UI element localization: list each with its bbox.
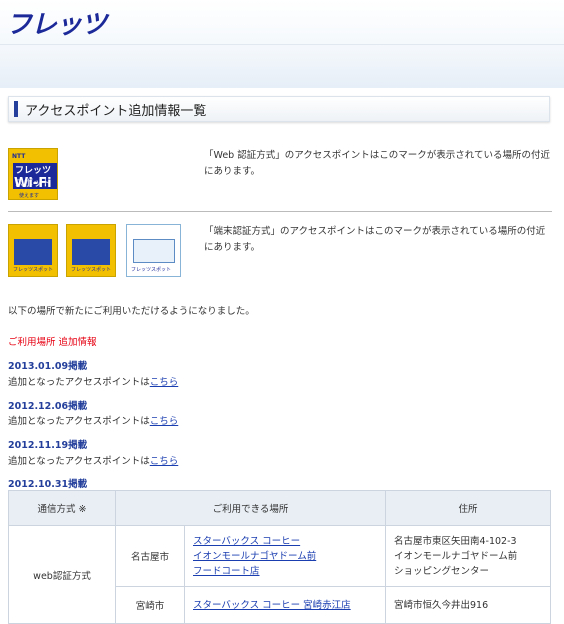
page-title: アクセスポイント追加情報一覧 — [25, 104, 207, 119]
update-date: 2012.12.06掲載 — [8, 401, 88, 412]
update-link[interactable]: こちら — [150, 416, 179, 427]
update-text: 追加となったアクセスポイントは — [8, 416, 150, 427]
address-cell: 宮崎市恒久今井出916 — [385, 586, 551, 624]
terminal-badge-a-icon: フレッツスポット — [8, 224, 58, 277]
badge-wifi-text: Wi-Fi — [14, 176, 52, 191]
badge-label: フレッツスポット — [131, 267, 172, 273]
title-marker — [14, 101, 18, 117]
badge-laptop-graphic — [14, 239, 52, 265]
address-line: ショッピングセンター — [394, 565, 490, 577]
badge-pc-graphic — [133, 239, 175, 263]
new-locations-note: 以下の場所で新たにご利用いただけるようになりました。 — [8, 306, 255, 317]
badge-label: フレッツスポット — [13, 267, 54, 273]
shops-cell: スターバックス コーヒー 宮崎赤江店 — [184, 586, 386, 624]
header-address: 住所 — [385, 490, 551, 526]
shop-link[interactable]: イオンモールナゴヤドーム前 — [193, 549, 377, 564]
badge-label: フレッツスポット — [71, 267, 112, 273]
update-date: 2013.01.09掲載 — [8, 361, 88, 372]
web-auth-description: 「Web 認証方式」のアクセスポイントはこのマークが表示されている場所の付近にあ… — [204, 150, 550, 177]
terminal-auth-description: 「端末認証方式」のアクセスポイントはこのマークが表示されている場所の付近にありま… — [204, 226, 546, 253]
table-header-row: 通信方式 ※ ご利用できる場所 住所 — [8, 490, 551, 526]
terminal-badge-c-icon: フレッツスポット — [126, 224, 181, 277]
latest-date: 2012.10.31掲載 — [8, 479, 88, 490]
page-title-bar: アクセスポイント追加情報一覧 — [8, 96, 550, 122]
update-line: 追加となったアクセスポイントはこちら — [8, 453, 178, 467]
access-point-table: 通信方式 ※ ご利用できる場所 住所 web認証方式 名古屋市 スターバックス … — [8, 490, 551, 624]
badge-usable-text: 使えます — [19, 193, 40, 199]
wifi-badge-icon: NTT フレッツ スポット Wi-Fi 使えます — [8, 148, 58, 200]
address-cell: 名古屋市東区矢田南4-102-3 イオンモールナゴヤドーム前 ショッピングセンタ… — [385, 525, 551, 587]
city-cell: 宮崎市 — [115, 586, 185, 624]
header-place: ご利用できる場所 — [115, 490, 386, 526]
flets-logo[interactable]: フレッツ — [6, 4, 107, 41]
method-cell: web認証方式 — [8, 525, 116, 624]
city-cell: 名古屋市 — [115, 525, 185, 587]
shop-link[interactable]: スターバックス コーヒー 宮崎赤江店 — [193, 598, 377, 613]
address-line: 名古屋市東区矢田南4-102-3 — [394, 535, 517, 547]
shops-cell: スターバックス コーヒー イオンモールナゴヤドーム前 フードコート店 — [184, 525, 386, 587]
section-divider — [8, 211, 552, 212]
update-text: 追加となったアクセスポイントは — [8, 456, 150, 467]
header-method: 通信方式 ※ — [8, 490, 116, 526]
update-text: 追加となったアクセスポイントは — [8, 377, 150, 388]
update-date: 2012.11.19掲載 — [8, 440, 88, 451]
shop-link[interactable]: スターバックス コーヒー — [193, 534, 377, 549]
section-title: ご利用場所 追加情報 — [8, 337, 97, 348]
shop-link[interactable]: フードコート店 — [193, 564, 377, 579]
header-divider — [0, 44, 564, 45]
update-link[interactable]: こちら — [150, 377, 179, 388]
table-row: web認証方式 名古屋市 スターバックス コーヒー イオンモールナゴヤドーム前 … — [8, 525, 551, 624]
badge-laptop-graphic — [72, 239, 110, 265]
update-line: 追加となったアクセスポイントはこちら — [8, 413, 178, 427]
update-link[interactable]: こちら — [150, 456, 179, 467]
terminal-badge-b-icon: フレッツスポット — [66, 224, 116, 277]
address-line: イオンモールナゴヤドーム前 — [394, 550, 518, 562]
page-header: フレッツ — [0, 0, 564, 88]
address-line: 宮崎市恒久今井出916 — [394, 599, 489, 611]
badge-ntt-text: NTT — [12, 153, 26, 160]
update-line: 追加となったアクセスポイントはこちら — [8, 374, 178, 388]
